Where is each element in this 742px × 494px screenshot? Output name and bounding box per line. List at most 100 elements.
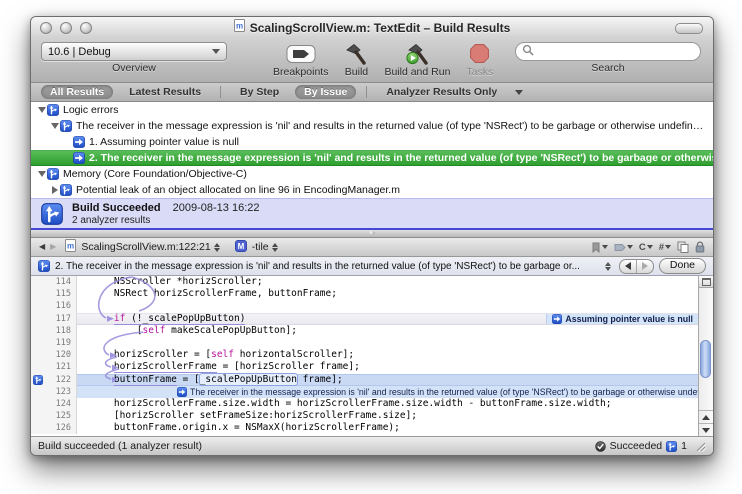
scroll-up-button[interactable] <box>699 410 713 423</box>
analyzer-count[interactable]: 1 <box>681 440 687 452</box>
build-status: Build Succeeded <box>72 202 161 214</box>
done-button[interactable]: Done <box>659 258 706 274</box>
build-summary-text: Build Succeeded 2009-08-13 16:22 2 analy… <box>72 202 260 226</box>
code-line[interactable]: 120 horizScroller = [self horizontalScro… <box>31 349 698 361</box>
scope-all-results[interactable]: All Results <box>41 85 113 99</box>
build-and-run-label: Build and Run <box>384 66 450 78</box>
split-editor-button[interactable] <box>699 276 713 288</box>
code-line[interactable]: 115 NSRect horizScrollerFrame, buttonFra… <box>31 288 698 300</box>
history-back-button[interactable]: ◀ <box>39 243 45 251</box>
line-number-gutter[interactable]: 125 <box>31 410 77 422</box>
code-line[interactable]: 114 NSScroller *horizScroller; <box>31 276 698 288</box>
build-result-row[interactable]: 2. The receiver in the message expressio… <box>31 150 713 166</box>
next-message-button[interactable] <box>636 260 653 273</box>
breakpoints-icon <box>286 42 316 65</box>
scope-by-issue[interactable]: By Issue <box>295 85 356 99</box>
scope-analyzer-only[interactable]: Analyzer Results Only <box>377 85 506 99</box>
chevron-down-icon[interactable] <box>515 90 523 95</box>
overview-popup[interactable]: 10.6 | Debug <box>41 42 227 61</box>
counterpart-file-button[interactable] <box>677 241 689 253</box>
code-line[interactable]: 118 [self makeScalePopUpButton]; <box>31 325 698 337</box>
line-number-gutter[interactable]: 118 <box>31 325 77 337</box>
code-line[interactable]: 123The receiver in the message expressio… <box>31 386 698 398</box>
scroll-down-button[interactable] <box>699 423 713 436</box>
screen: m ScalingScrollView.m: TextEdit – Build … <box>0 0 742 494</box>
step-arrow-icon <box>177 387 187 397</box>
build-and-run-button[interactable]: Build and Run <box>384 42 450 78</box>
disclosure-triangle[interactable] <box>37 107 46 113</box>
code-line[interactable]: 124 horizScrollerFrame.size.width = hori… <box>31 398 698 410</box>
previous-message-button[interactable] <box>620 260 636 273</box>
minimize-button[interactable] <box>60 22 72 34</box>
build-summary-bar[interactable]: Build Succeeded 2009-08-13 16:22 2 analy… <box>31 198 713 230</box>
code-line[interactable]: 117 if (!_scalePopUpButton)Assuming poin… <box>31 313 698 325</box>
breakpoints-menu-button[interactable] <box>614 243 633 252</box>
lock-icon[interactable] <box>695 241 705 253</box>
chevron-down-icon <box>627 245 633 249</box>
build-result-row[interactable]: Logic errors <box>31 102 713 118</box>
zoom-button[interactable] <box>80 22 92 34</box>
chevron-down-icon <box>602 245 608 249</box>
line-number: 117 <box>56 314 71 324</box>
code-line[interactable]: 116 <box>31 300 698 312</box>
code-text: horizScrollerFrame = [horizScroller fram… <box>91 361 360 373</box>
history-forward-button[interactable]: ▶ <box>50 243 56 251</box>
vertical-scrollbar[interactable] <box>698 276 713 436</box>
disclosure-triangle[interactable] <box>50 186 59 194</box>
line-number-gutter[interactable]: 121 <box>31 361 77 373</box>
result-text: 1. Assuming pointer value is null <box>89 136 239 148</box>
code-area[interactable]: 114 NSScroller *horizScroller;115 NSRect… <box>31 276 698 436</box>
line-number: 123 <box>56 387 71 397</box>
scope-by-step[interactable]: By Step <box>231 85 288 99</box>
build-label: Build <box>345 66 368 78</box>
code-line[interactable]: 122 buttonFrame = [_scalePopUpButton fra… <box>31 374 698 386</box>
analyzer-icon <box>41 203 63 225</box>
bookmarks-menu-button[interactable] <box>591 242 608 253</box>
breakpoints-button[interactable]: Breakpoints <box>273 42 328 78</box>
line-number-gutter[interactable]: 126 <box>31 422 77 434</box>
toolbar: 10.6 | Debug Overview Breakpoints Build <box>31 38 713 83</box>
class-hierarchy-menu-button[interactable]: C <box>639 242 653 253</box>
succeeded-label[interactable]: Succeeded <box>610 440 663 452</box>
pane-splitter[interactable] <box>31 230 713 238</box>
scrollbar-thumb[interactable] <box>700 340 711 378</box>
window-title: ScalingScrollView.m: TextEdit – Build Re… <box>250 21 511 35</box>
included-files-menu-button[interactable]: # <box>659 242 671 253</box>
build-result-row[interactable]: Memory (Core Foundation/Objective-C) <box>31 166 713 182</box>
scope-latest-results[interactable]: Latest Results <box>120 85 210 99</box>
build-result-row[interactable]: The receiver in the message expression i… <box>31 118 713 134</box>
build-button[interactable]: Build <box>344 42 368 78</box>
line-number-gutter[interactable]: 115 <box>31 288 77 300</box>
resize-grip[interactable] <box>694 440 706 452</box>
line-number: 124 <box>56 399 71 409</box>
line-number-gutter[interactable]: 119 <box>31 337 77 349</box>
line-number-gutter[interactable]: 123 <box>31 386 77 398</box>
line-number-gutter[interactable]: 114 <box>31 276 77 288</box>
code-line[interactable]: 126 buttonFrame.origin.x = NSMaxX(horizS… <box>31 422 698 434</box>
editor-nav-bar: ◀ ▶ m ScalingScrollView.m:122:21 M -tile <box>31 238 713 257</box>
code-line[interactable]: 125 [horizScroller setFrameSize:horizScr… <box>31 410 698 422</box>
build-result-row[interactable]: Potential leak of an object allocated on… <box>31 182 713 198</box>
file-popup[interactable]: ScalingScrollView.m:122:21 <box>81 241 219 253</box>
search-field[interactable] <box>515 42 701 61</box>
file-popup-label: ScalingScrollView.m:122:21 <box>81 241 210 253</box>
line-number-gutter[interactable]: 120 <box>31 349 77 361</box>
search-input[interactable] <box>534 45 694 59</box>
symbol-popup[interactable]: -tile <box>252 241 278 253</box>
line-number-gutter[interactable]: 117 <box>31 313 77 325</box>
disclosure-triangle[interactable] <box>50 123 59 129</box>
toolbar-pill-button[interactable] <box>675 23 703 34</box>
code-line[interactable]: 121 horizScrollerFrame = [horizScroller … <box>31 361 698 373</box>
breakpoints-label: Breakpoints <box>273 66 328 78</box>
message-prev-next-control <box>619 259 654 274</box>
title-bar[interactable]: m ScalingScrollView.m: TextEdit – Build … <box>31 17 713 38</box>
line-number-gutter[interactable]: 124 <box>31 398 77 410</box>
disclosure-triangle[interactable] <box>37 171 46 177</box>
message-stepper[interactable] <box>605 262 611 271</box>
code-line[interactable]: 119 <box>31 337 698 349</box>
line-number-gutter[interactable]: 122 <box>31 374 77 386</box>
tasks-button: Tasks <box>466 42 493 78</box>
close-button[interactable] <box>40 22 52 34</box>
build-result-row[interactable]: 1. Assuming pointer value is null <box>31 134 713 150</box>
line-number-gutter[interactable]: 116 <box>31 300 77 312</box>
